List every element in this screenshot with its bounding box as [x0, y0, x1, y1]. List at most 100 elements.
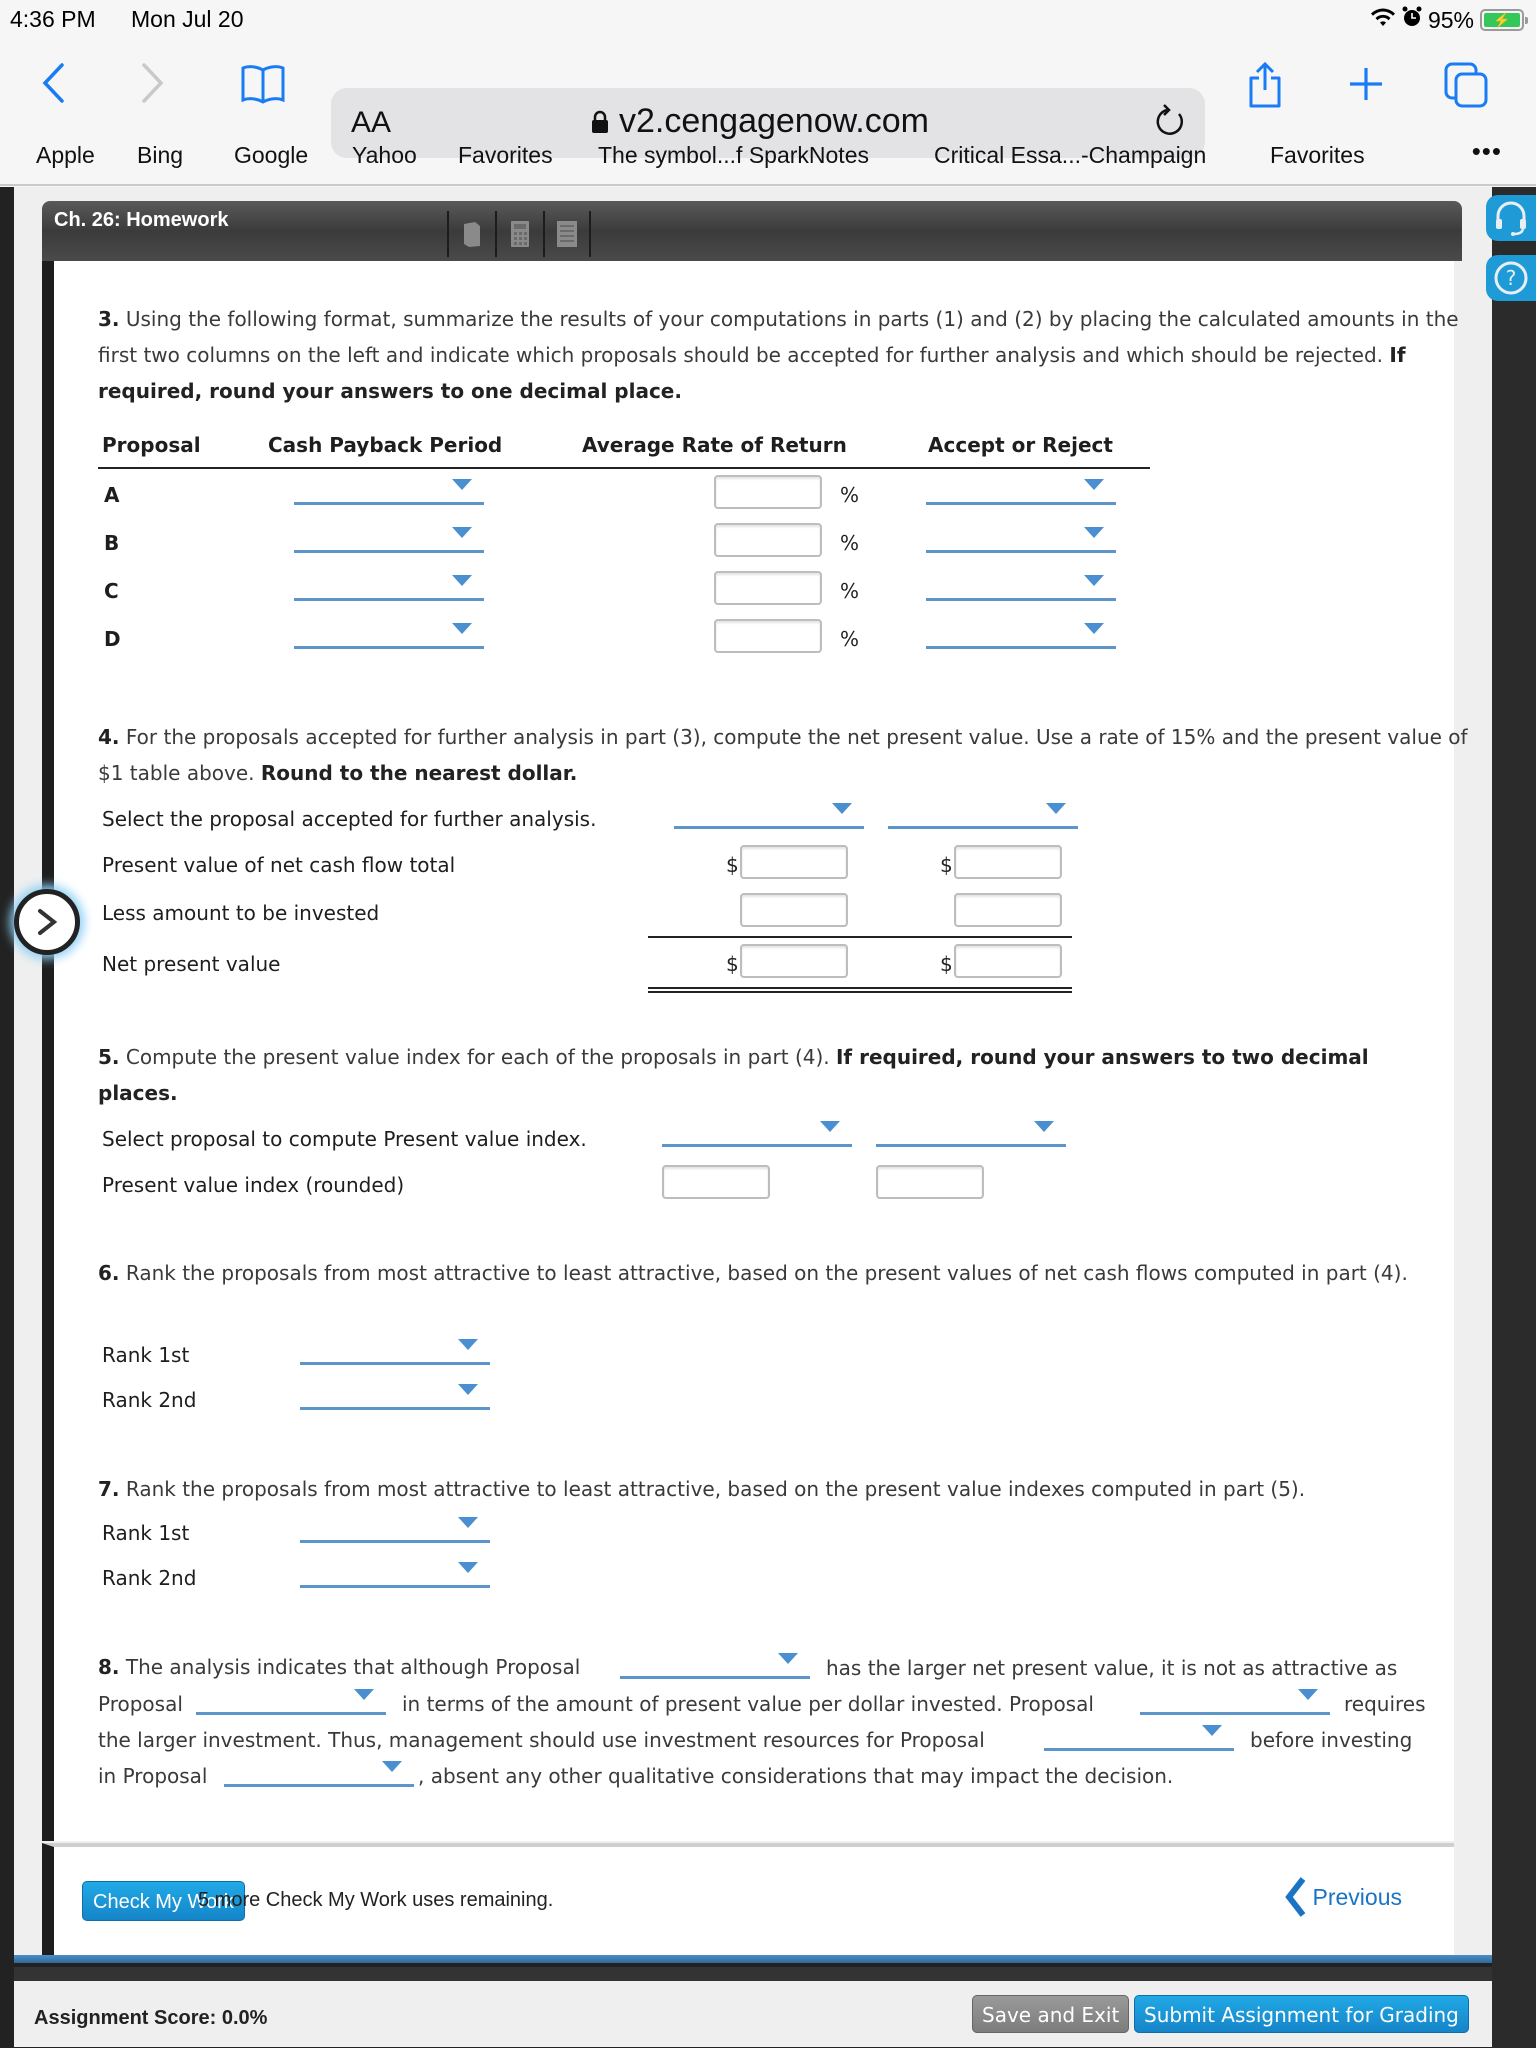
q8-dropdown-4[interactable]: [1044, 1717, 1234, 1751]
bookmarks-icon[interactable]: [240, 64, 286, 108]
accept-reject-dropdown-b[interactable]: [926, 519, 1116, 553]
favorite-sparknotes[interactable]: The symbol...f SparkNotes: [598, 142, 869, 169]
percent-unit: %: [840, 483, 860, 507]
web-page: ? Ch. 26: Homework 3. Using the followin…: [0, 187, 1536, 2048]
npv-proposal-dropdown-2[interactable]: [888, 795, 1078, 829]
net-present-value-label: Net present value: [102, 952, 281, 976]
q7-rank-1-dropdown[interactable]: [300, 1509, 490, 1543]
amount-invested-input-1[interactable]: [740, 893, 848, 927]
favorite-apple[interactable]: Apple: [36, 142, 95, 169]
chevron-left-icon: [1284, 1877, 1305, 1917]
total-rule-2: [648, 991, 1072, 993]
favorite-critical-essays[interactable]: Critical Essa...-Champaign: [934, 142, 1206, 169]
npv-proposal-dropdown-1[interactable]: [674, 795, 864, 829]
header-cash-payback: Cash Payback Period: [268, 433, 503, 457]
assignment-header: Ch. 26: Homework: [42, 201, 1462, 261]
q8-text-9: , absent any other qualitative considera…: [418, 1764, 1174, 1788]
amount-invested-input-2[interactable]: [954, 893, 1062, 927]
calculator-button[interactable]: [495, 211, 543, 257]
percent-unit: %: [840, 531, 860, 555]
header-proposal: Proposal: [102, 433, 201, 457]
back-icon[interactable]: [40, 62, 66, 108]
question-7-text: Rank the proposals from most attractive …: [125, 1477, 1306, 1501]
cash-payback-dropdown-a[interactable]: [294, 471, 484, 505]
ebook-button[interactable]: [447, 211, 495, 257]
pvi-rounded-label: Present value index (rounded): [102, 1173, 405, 1197]
percent-unit: %: [840, 627, 860, 651]
expand-sidebar-button[interactable]: [14, 889, 80, 955]
new-tab-icon[interactable]: [1346, 64, 1386, 108]
question-4-instruction: Round to the nearest dollar.: [260, 761, 578, 785]
q8-text-3: Proposal: [98, 1692, 183, 1716]
dollar-sign: $: [940, 952, 953, 976]
favorite-yahoo[interactable]: Yahoo: [352, 142, 417, 169]
calculator-icon: [511, 221, 529, 247]
percent-unit: %: [840, 579, 860, 603]
question-5-text: Compute the present value index for each…: [125, 1045, 830, 1069]
q6-rank-1-dropdown[interactable]: [300, 1331, 490, 1365]
previous-button[interactable]: Previous: [1284, 1877, 1402, 1917]
q7-rank-1-label: Rank 1st: [102, 1521, 190, 1545]
q8-text-8: in Proposal: [98, 1764, 208, 1788]
save-and-exit-button[interactable]: Save and Exit: [972, 1995, 1130, 2033]
q6-rank-2-dropdown[interactable]: [300, 1376, 490, 1410]
tabs-icon[interactable]: [1442, 60, 1492, 114]
status-time: 4:36 PM: [10, 6, 96, 32]
select-pvi-proposal-label: Select proposal to compute Present value…: [102, 1127, 587, 1151]
net-present-value-input-2[interactable]: [954, 944, 1062, 978]
pvi-proposal-dropdown-1[interactable]: [662, 1113, 852, 1147]
q8-text-6: the larger investment. Thus, management …: [98, 1728, 985, 1752]
net-present-value-input-1[interactable]: [740, 944, 848, 978]
help-icon: ?: [1494, 261, 1528, 295]
help-button[interactable]: ?: [1486, 255, 1536, 301]
q7-rank-2-label: Rank 2nd: [102, 1566, 197, 1590]
pvi-input-2[interactable]: [876, 1165, 984, 1199]
status-bar: 4:36 PM Mon Jul 20 95% ⚡: [0, 0, 1536, 40]
question-5: 5. Compute the present value index for e…: [98, 1045, 1369, 1105]
cash-payback-dropdown-d[interactable]: [294, 615, 484, 649]
proposal-label: C: [104, 579, 119, 603]
notes-icon: [557, 221, 577, 247]
battery-percent: 95%: [1427, 6, 1474, 33]
q8-dropdown-5[interactable]: [224, 1753, 414, 1787]
proposal-label: B: [104, 531, 120, 555]
dollar-sign: $: [940, 853, 953, 877]
favorite-bing[interactable]: Bing: [137, 142, 183, 169]
share-icon[interactable]: [1245, 60, 1285, 114]
footer-divider: [14, 1955, 1492, 1963]
avg-rate-input-a[interactable]: [714, 475, 822, 509]
headset-icon: [1496, 201, 1526, 236]
pv-net-cash-flow-input-2[interactable]: [954, 845, 1062, 879]
pvi-proposal-dropdown-2[interactable]: [876, 1113, 1066, 1147]
favorite-favorites[interactable]: Favorites: [458, 142, 553, 169]
browser-toolbar: AA v2.cengagenow.com: [0, 40, 1536, 158]
pv-net-cash-flow-input-1[interactable]: [740, 845, 848, 879]
q8-dropdown-1[interactable]: [620, 1645, 810, 1679]
select-proposal-label: Select the proposal accepted for further…: [102, 807, 597, 831]
q8-dropdown-2[interactable]: [196, 1681, 386, 1715]
more-favorites-button[interactable]: •••: [1472, 136, 1502, 167]
proposal-label: A: [104, 483, 120, 507]
q8-text-2: has the larger net present value, it is …: [826, 1656, 1398, 1680]
cash-payback-dropdown-c[interactable]: [294, 567, 484, 601]
avg-rate-input-d[interactable]: [714, 619, 822, 653]
accept-reject-dropdown-c[interactable]: [926, 567, 1116, 601]
submit-assignment-button[interactable]: Submit Assignment for Grading: [1134, 1995, 1469, 2033]
pv-net-cash-flow-label: Present value of net cash flow total: [102, 853, 456, 877]
q8-dropdown-3[interactable]: [1140, 1681, 1330, 1715]
accept-reject-dropdown-a[interactable]: [926, 471, 1116, 505]
forward-icon[interactable]: [140, 62, 166, 108]
support-button[interactable]: [1486, 195, 1536, 241]
favorite-google[interactable]: Google: [234, 142, 308, 169]
avg-rate-input-b[interactable]: [714, 523, 822, 557]
q7-rank-2-dropdown[interactable]: [300, 1554, 490, 1588]
favorite-favorites-2[interactable]: Favorites: [1270, 142, 1365, 169]
accept-reject-dropdown-d[interactable]: [926, 615, 1116, 649]
notes-button[interactable]: [543, 211, 591, 257]
dollar-sign: $: [726, 952, 739, 976]
pvi-input-1[interactable]: [662, 1165, 770, 1199]
previous-label: Previous: [1312, 1883, 1402, 1910]
question-3-text: Using the following format, summarize th…: [98, 307, 1459, 367]
cash-payback-dropdown-b[interactable]: [294, 519, 484, 553]
avg-rate-input-c[interactable]: [714, 571, 822, 605]
